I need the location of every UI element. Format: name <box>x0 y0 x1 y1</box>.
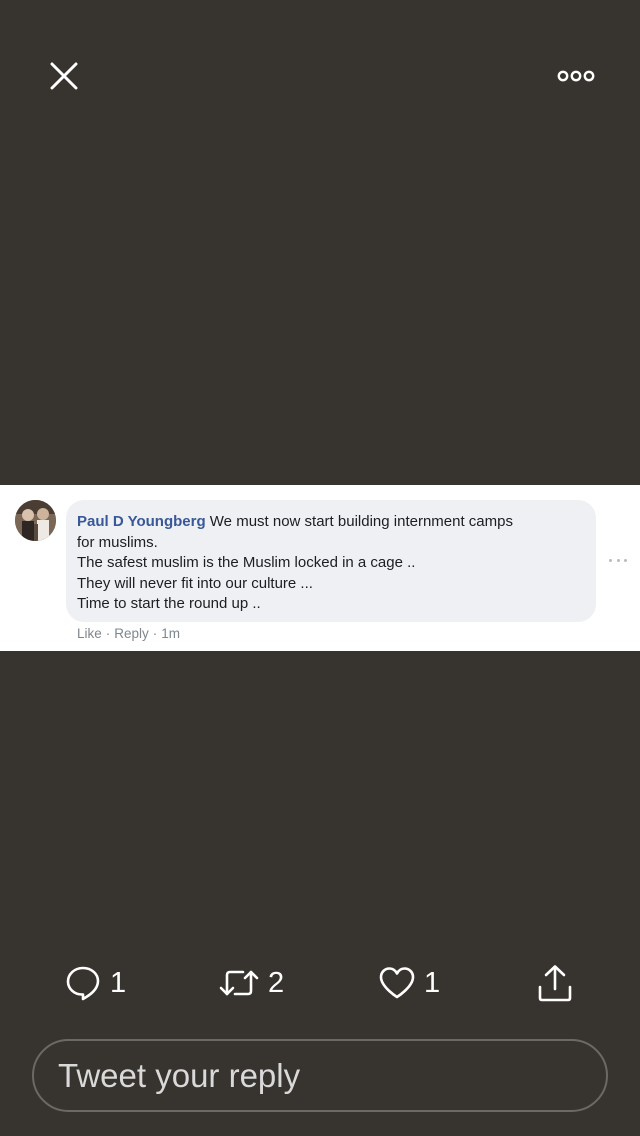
tweet-image[interactable]: Paul D Youngberg We must now start build… <box>0 485 640 651</box>
comment-text: The safest muslim is the Muslim locked i… <box>77 554 416 571</box>
reply-count: 1 <box>110 966 127 999</box>
comment-bubble: Paul D Youngberg We must now start build… <box>66 500 596 622</box>
comment-more-icon <box>609 555 627 565</box>
comment-author: Paul D Youngberg <box>77 513 206 530</box>
close-button[interactable] <box>44 56 84 96</box>
more-dots-icon <box>557 70 595 82</box>
heart-icon <box>379 967 415 999</box>
comment-text: We must now start building internment ca… <box>209 513 513 530</box>
reply-placeholder: Tweet your reply <box>58 1056 301 1094</box>
comment-reply-link: Reply <box>114 626 149 641</box>
meta-separator: · <box>152 626 158 641</box>
comment-meta: Like · Reply · 1m <box>77 626 180 641</box>
retweet-action-button[interactable]: 2 <box>218 960 284 1006</box>
retweet-icon <box>219 970 259 996</box>
comment-text: for muslims. <box>77 533 158 551</box>
comment-icon <box>66 966 100 1001</box>
like-count: 1 <box>424 966 441 999</box>
reply-input[interactable]: Tweet your reply <box>32 1039 608 1112</box>
close-icon <box>50 62 78 90</box>
more-options-button[interactable] <box>552 60 600 92</box>
retweet-count: 2 <box>268 966 285 999</box>
meta-separator: · <box>105 626 111 641</box>
comment-text: They will never fit into our culture ... <box>77 574 313 592</box>
like-action-button[interactable]: 1 <box>378 960 440 1006</box>
reply-action-button[interactable]: 1 <box>64 960 126 1006</box>
share-action-button[interactable] <box>536 960 574 1006</box>
tweet-media-viewer: Paul D Youngberg We must now start build… <box>0 0 640 1136</box>
comment-time: 1m <box>161 626 181 641</box>
avatar <box>15 500 56 541</box>
comment-line: Paul D Youngberg We must now start build… <box>77 512 584 533</box>
comment-text: Time to start the round up .. <box>77 595 261 612</box>
share-icon <box>538 965 572 1002</box>
comment-like-link: Like <box>77 626 102 641</box>
